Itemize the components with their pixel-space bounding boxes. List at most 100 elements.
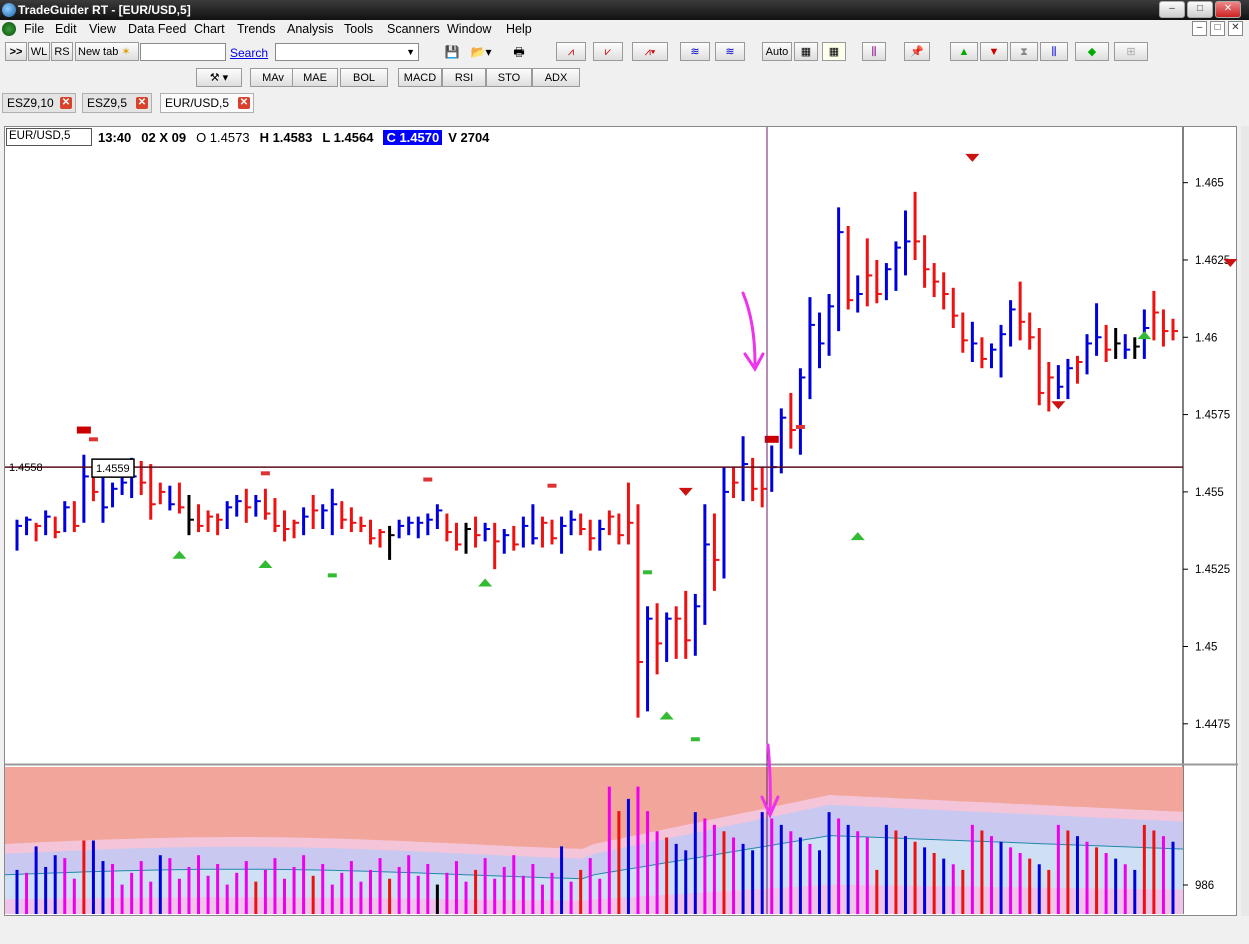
close-icon[interactable]: ✕: [238, 97, 250, 109]
price-bar: [283, 510, 290, 542]
bar-low: L 1.4564: [322, 129, 374, 145]
chart-style-3-icon[interactable]: ⩘▾: [632, 42, 668, 61]
chart-window[interactable]: 1.465 1.4625 1.46 1.4575 1.455 1.4525 1.45 1.44…: [4, 126, 1238, 917]
down-signal-icon[interactable]: ▼: [980, 42, 1008, 61]
rsi-button[interactable]: RSI: [442, 68, 486, 87]
nav-expand-button[interactable]: >>: [5, 42, 27, 61]
menu-data-feed[interactable]: Data Feed: [128, 22, 186, 36]
close-window-button[interactable]: ✕: [1215, 1, 1241, 18]
price-bar: [961, 312, 968, 353]
mae-button[interactable]: MAE: [292, 68, 338, 87]
mdi-restore-button[interactable]: □: [1210, 21, 1225, 36]
bar-close: C 1.4570: [383, 129, 443, 145]
menu-tools[interactable]: Tools: [344, 22, 373, 36]
menu-edit[interactable]: Edit: [55, 22, 77, 36]
chart-style-1-icon[interactable]: ⩘: [556, 42, 586, 61]
close-icon[interactable]: ✕: [136, 97, 148, 109]
app-logo-icon: [2, 3, 16, 17]
price-bar: [970, 321, 978, 363]
price-bar: [875, 259, 882, 304]
maximize-button[interactable]: □: [1187, 1, 1213, 18]
histogram-icon[interactable]: ⫼: [1040, 42, 1068, 61]
save-icon[interactable]: 💾: [441, 43, 463, 61]
new-tab-button[interactable]: New tab ✶: [75, 42, 139, 61]
price-bar: [311, 494, 319, 529]
tool-dropdown-icon[interactable]: ⚒ ▾: [196, 68, 242, 87]
price-bar: [741, 436, 749, 502]
price-bar: [1161, 309, 1169, 347]
price-bar: [445, 513, 452, 542]
price-bar: [770, 445, 777, 492]
up-signal-triangle: [659, 711, 674, 720]
tab-esz9-10[interactable]: ESZ9,10 ✕: [2, 93, 76, 113]
mdi-close-button[interactable]: ✕: [1228, 21, 1243, 36]
price-tick-label: 1.455: [1195, 487, 1224, 499]
search-link[interactable]: Search: [230, 46, 268, 60]
sto-button[interactable]: STO: [486, 68, 532, 87]
rs-button[interactable]: RS: [51, 42, 73, 61]
print-icon[interactable]: 🖶: [508, 43, 530, 61]
menu-help[interactable]: Help: [506, 22, 532, 36]
price-bar: [225, 501, 233, 529]
price-bar: [636, 504, 643, 718]
watchlist-button[interactable]: WL: [28, 42, 50, 61]
tab-label: EUR/USD,5: [165, 96, 230, 110]
price-bar: [808, 297, 815, 400]
menu-window[interactable]: Window: [447, 22, 491, 36]
price-bar: [932, 263, 940, 298]
price-bar: [732, 467, 739, 499]
tab-eur-usd-5[interactable]: EUR/USD,5 ✕: [160, 93, 254, 113]
price-bar: [560, 516, 567, 554]
price-bar: [407, 516, 414, 536]
menu-file[interactable]: File: [24, 22, 44, 36]
price-bar: [149, 464, 156, 520]
bars-icon[interactable]: ⫼: [862, 42, 886, 61]
price-bar: [254, 494, 261, 517]
right-edge-scrollbar[interactable]: [1241, 126, 1249, 916]
pin-icon[interactable]: 📌: [904, 42, 930, 61]
mdi-minimize-button[interactable]: –: [1192, 21, 1207, 36]
status-strip: [0, 916, 1249, 944]
search-dropdown[interactable]: ▼: [275, 43, 419, 61]
system-menu-icon[interactable]: [2, 22, 16, 36]
price-tick-label: 1.45: [1195, 641, 1217, 653]
signal-marker: [690, 737, 700, 742]
chart-style-5-icon[interactable]: ≋: [715, 42, 745, 61]
price-volume-chart[interactable]: 1.465 1.4625 1.46 1.4575 1.455 1.4525 1.45 1.44…: [5, 127, 1238, 917]
mav-button[interactable]: MAv: [250, 68, 296, 87]
price-bar: [1028, 312, 1035, 350]
symbol-label[interactable]: EUR/USD,5: [6, 128, 92, 146]
menu-view[interactable]: View: [89, 22, 116, 36]
chart-style-4-icon[interactable]: ≋: [680, 42, 710, 61]
indicator-icon[interactable]: ◆: [1075, 42, 1109, 61]
price-bar: [426, 513, 433, 536]
chart-style-2-icon[interactable]: ⩗: [593, 42, 623, 61]
minimize-button[interactable]: –: [1159, 1, 1185, 18]
signal-marker: [547, 483, 557, 488]
open-folder-icon[interactable]: 📂▾: [466, 43, 496, 61]
price-bar: [168, 485, 175, 511]
symbol-input[interactable]: [140, 43, 226, 61]
bol-button[interactable]: BOL: [340, 68, 388, 87]
mdi-controls: – □ ✕: [1192, 21, 1243, 36]
auto-scale-button[interactable]: Auto: [762, 42, 792, 61]
menu-chart[interactable]: Chart: [194, 22, 225, 36]
menu-trends[interactable]: Trends: [237, 22, 275, 36]
price-bar: [454, 522, 462, 551]
price-bar: [197, 504, 204, 533]
neutral-signal-icon[interactable]: ⧗: [1010, 42, 1038, 61]
macd-button[interactable]: MACD: [398, 68, 442, 87]
table-icon[interactable]: ▦: [794, 42, 818, 61]
price-bar: [44, 510, 51, 536]
price-bar: [292, 519, 300, 539]
menu-analysis[interactable]: Analysis: [287, 22, 334, 36]
signal-marker: [795, 424, 805, 429]
menu-scanners[interactable]: Scanners: [387, 22, 440, 36]
close-icon[interactable]: ✕: [60, 97, 72, 109]
disabled-tool-icon[interactable]: ⊞: [1114, 42, 1148, 61]
grid-icon[interactable]: ▦: [822, 42, 846, 61]
adx-button[interactable]: ADX: [532, 68, 580, 87]
price-bar: [646, 606, 653, 712]
tab-esz9-5[interactable]: ESZ9,5 ✕: [82, 93, 152, 113]
up-signal-icon[interactable]: ▲: [950, 42, 978, 61]
